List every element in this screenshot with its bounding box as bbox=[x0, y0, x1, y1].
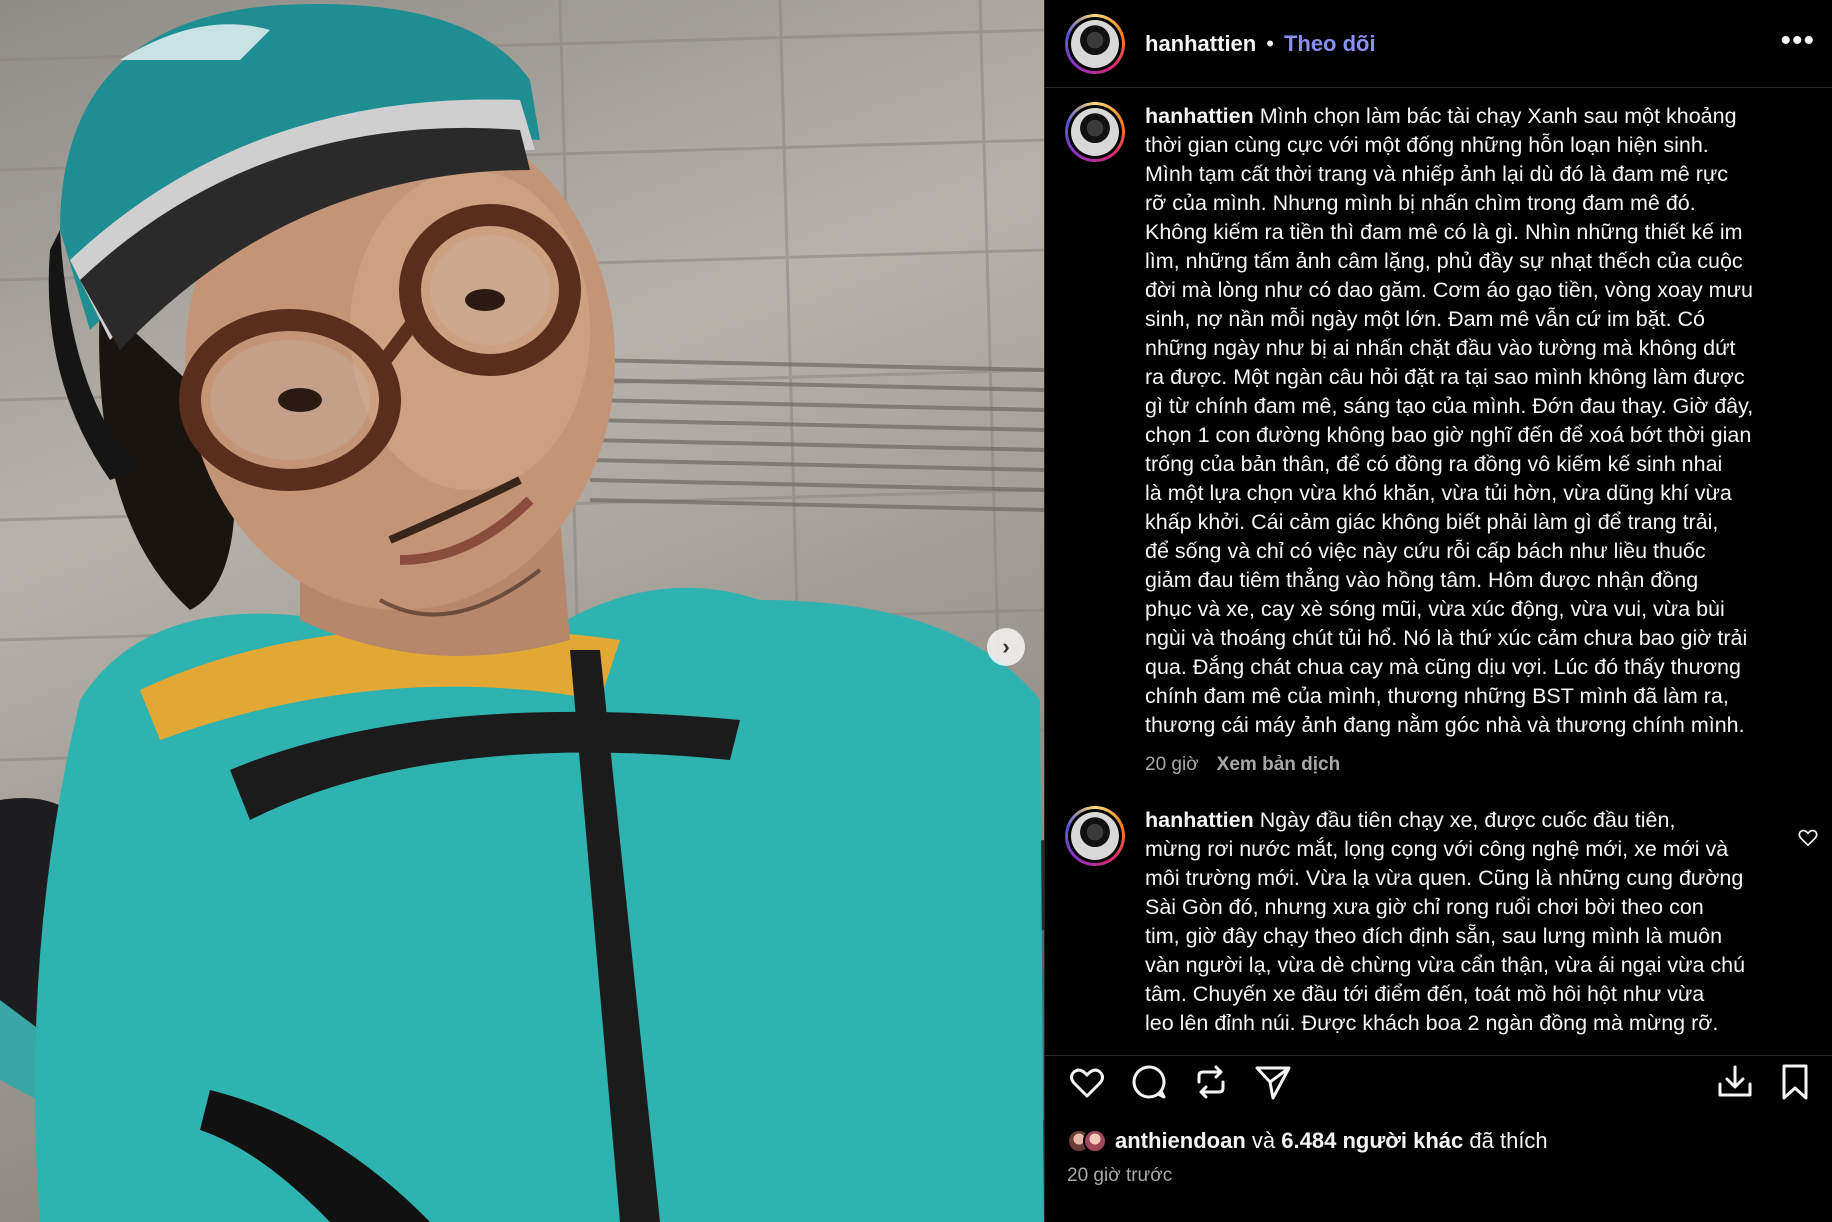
comment-bubble-icon[interactable] bbox=[1129, 1062, 1169, 1102]
carousel-next-button[interactable]: › bbox=[987, 628, 1025, 666]
post-detail-panel: hanhattien • Theo dõi ••• hanhattien Mìn… bbox=[1044, 0, 1832, 1222]
caption: hanhattien Mình chọn làm bác tài chạy Xa… bbox=[1065, 102, 1817, 779]
likes-suffix: đã thích bbox=[1469, 1128, 1548, 1153]
repost-icon[interactable] bbox=[1191, 1062, 1231, 1102]
caption-meta: 20 giờ Xem bản dịch bbox=[1145, 750, 1785, 779]
likes-count[interactable]: 6.484 người khác bbox=[1281, 1128, 1463, 1153]
post: › hanhattien • Theo dõi ••• hanhattien M… bbox=[0, 0, 1832, 1222]
likes-text: anthiendoan và 6.484 người khác đã thích bbox=[1115, 1128, 1548, 1154]
caption-username[interactable]: hanhattien bbox=[1145, 104, 1254, 128]
likes-connector: và bbox=[1251, 1128, 1276, 1153]
follow-button[interactable]: Theo dõi bbox=[1284, 31, 1376, 57]
comment-body: hanhattien Ngày đầu tiên chạy xe, được c… bbox=[1145, 806, 1785, 1038]
comment-username[interactable]: hanhattien bbox=[1145, 808, 1254, 832]
header-separator: • bbox=[1266, 30, 1274, 56]
more-options-icon[interactable]: ••• bbox=[1780, 24, 1815, 58]
caption-body: hanhattien Mình chọn làm bác tài chạy Xa… bbox=[1145, 102, 1785, 779]
caption-time[interactable]: 20 giờ bbox=[1145, 754, 1199, 775]
liker-avatar bbox=[1083, 1129, 1107, 1153]
post-timestamp[interactable]: 20 giờ trước bbox=[1067, 1165, 1172, 1187]
author-username[interactable]: hanhattien bbox=[1145, 31, 1256, 57]
actions-divider bbox=[1045, 1055, 1832, 1056]
author-avatar[interactable] bbox=[1065, 13, 1125, 74]
action-bar bbox=[1067, 1062, 1817, 1104]
comment-avatar[interactable] bbox=[1065, 806, 1125, 866]
caption-avatar[interactable] bbox=[1065, 102, 1125, 162]
share-send-icon[interactable] bbox=[1253, 1062, 1293, 1102]
comment-text: Ngày đầu tiên chạy xe, được cuốc đầu tiê… bbox=[1145, 808, 1746, 1035]
selfie-illustration bbox=[0, 0, 1044, 1222]
post-header: hanhattien • Theo dõi ••• bbox=[1045, 0, 1832, 88]
comment-like-icon[interactable] bbox=[1797, 826, 1819, 848]
download-icon[interactable] bbox=[1715, 1062, 1755, 1102]
post-photo[interactable]: › bbox=[0, 0, 1044, 1222]
caption-text: Mình chọn làm bác tài chạy Xanh sau một … bbox=[1145, 104, 1754, 737]
save-bookmark-icon[interactable] bbox=[1775, 1062, 1815, 1102]
comment-item: hanhattien Ngày đầu tiên chạy xe, được c… bbox=[1065, 806, 1819, 1038]
liker-username[interactable]: anthiendoan bbox=[1115, 1128, 1246, 1153]
translate-link[interactable]: Xem bản dịch bbox=[1217, 754, 1341, 775]
likes-summary: anthiendoan và 6.484 người khác đã thích bbox=[1067, 1128, 1548, 1154]
like-heart-icon[interactable] bbox=[1067, 1062, 1107, 1102]
